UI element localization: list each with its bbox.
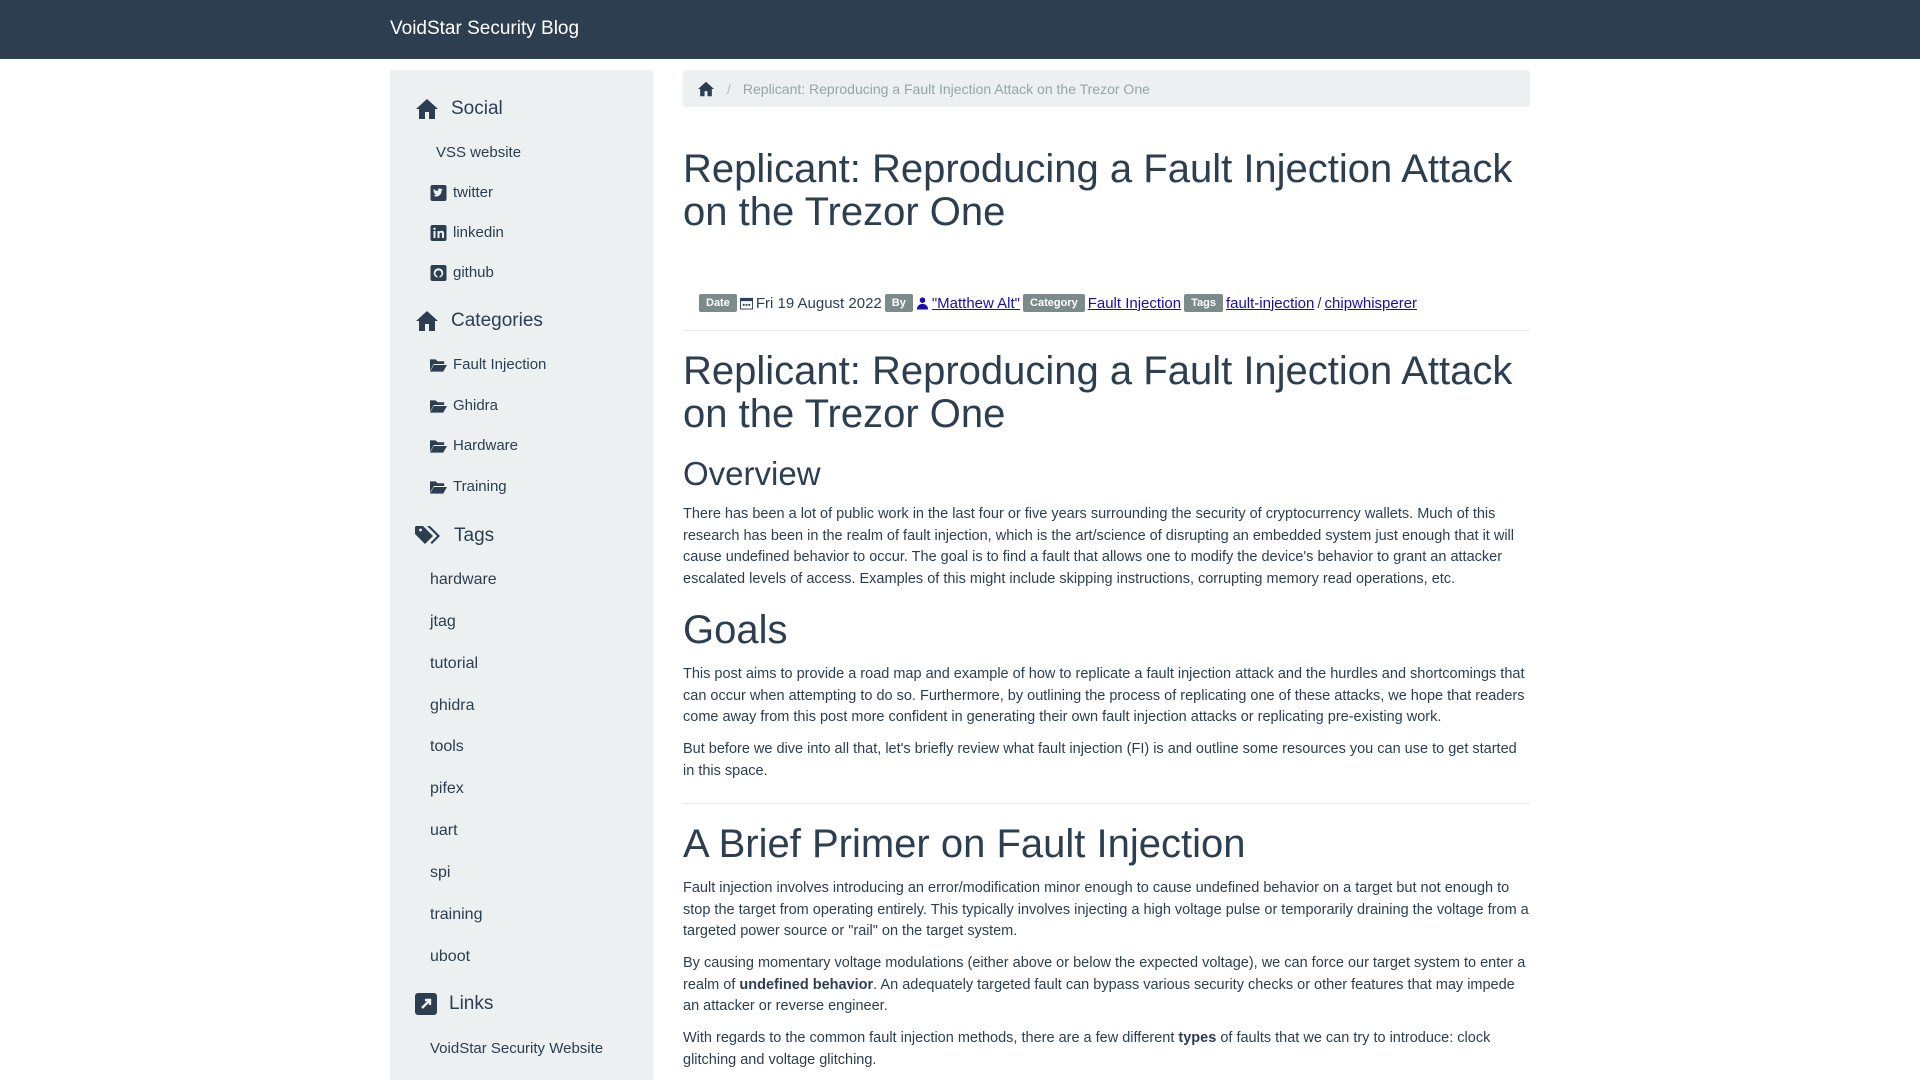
sidebar-item-category-hardware[interactable]: Hardware <box>430 437 518 454</box>
article-meta: Date Fri 19 August 2022 By "Matthew Alt"… <box>699 294 1530 312</box>
github-icon <box>430 264 447 281</box>
user-icon <box>916 297 928 310</box>
top-navbar: VoidStar Security Blog <box>0 0 1920 59</box>
home-icon[interactable] <box>697 81 715 97</box>
sidebar-item-linkedin[interactable]: linkedin <box>430 224 504 241</box>
twitter-icon <box>430 184 447 201</box>
sidebar-item-twitter[interactable]: twitter <box>430 184 493 201</box>
sidebar-item-tag-jtag[interactable]: jtag <box>430 613 456 631</box>
sidebar: Social VSS website twitter linkedin gith… <box>390 70 653 1080</box>
section-heading-overview: Overview <box>683 455 821 492</box>
home-icon <box>416 311 438 331</box>
tag-link-fault-injection[interactable]: fault-injection <box>1226 295 1314 312</box>
sidebar-heading-categories: Categories <box>415 310 543 332</box>
sidebar-item-tag-hardware[interactable]: hardware <box>430 571 497 589</box>
article-date: Fri 19 August 2022 <box>755 294 882 312</box>
sidebar-item-github[interactable]: github <box>430 264 494 281</box>
tags-label: Tags <box>1184 294 1223 312</box>
linkedin-icon <box>430 224 447 241</box>
sidebar-item-tag-tutorial[interactable]: tutorial <box>430 655 478 673</box>
home-icon <box>416 99 438 119</box>
article-heading: Replicant: Reproducing a Fault Injection… <box>683 349 1513 436</box>
author-link[interactable]: "Matthew Alt" <box>932 295 1020 312</box>
sidebar-item-tag-pifex[interactable]: pifex <box>430 780 464 798</box>
sidebar-item-category-fault-injection[interactable]: Fault Injection <box>430 356 546 373</box>
calendar-icon <box>739 297 753 310</box>
goals-paragraph-1: This post aims to provide a road map and… <box>683 666 1525 725</box>
tag-link-chipwhisperer[interactable]: chipwhisperer <box>1325 295 1418 312</box>
primer-paragraph-2: By causing momentary voltage modulations… <box>683 955 1526 1014</box>
divider <box>683 803 1530 804</box>
primer-paragraph-3: With regards to the common fault injecti… <box>683 1030 1491 1068</box>
sidebar-heading-links: Links <box>415 993 493 1015</box>
folder-open-icon <box>430 439 447 453</box>
sidebar-item-vss-website[interactable]: VSS website <box>436 144 521 161</box>
sidebar-item-voidstar-website[interactable]: VoidStar Security Website <box>430 1040 603 1057</box>
sidebar-item-tag-uart[interactable]: uart <box>430 822 458 840</box>
breadcrumb-current: Replicant: Reproducing a Fault Injection… <box>742 80 1150 97</box>
tags-icon <box>415 526 440 544</box>
category-link[interactable]: Fault Injection <box>1088 295 1181 312</box>
goals-paragraph-2: But before we dive into all that, let's … <box>683 741 1517 779</box>
primer-paragraph-1: Fault injection involves introducing an … <box>683 880 1529 939</box>
sidebar-item-tag-training[interactable]: training <box>430 906 482 924</box>
section-heading-goals: Goals <box>683 608 788 652</box>
sidebar-item-tag-uboot[interactable]: uboot <box>430 948 470 966</box>
sidebar-item-category-ghidra[interactable]: Ghidra <box>430 397 498 414</box>
sidebar-item-tag-spi[interactable]: spi <box>430 864 450 882</box>
sidebar-heading-tags: Tags <box>415 525 494 547</box>
folder-open-icon <box>430 399 447 413</box>
date-label: Date <box>699 294 737 312</box>
author-label: By <box>884 294 913 312</box>
tag-separator: / <box>1317 294 1322 312</box>
category-label: Category <box>1023 294 1085 312</box>
breadcrumb: / Replicant: Reproducing a Fault Injecti… <box>683 70 1530 107</box>
overview-paragraph: There has been a lot of public work in t… <box>683 506 1514 587</box>
page-title: Replicant: Reproducing a Fault Injection… <box>683 147 1513 234</box>
folder-open-icon <box>430 480 447 494</box>
sidebar-heading-social: Social <box>415 98 503 120</box>
external-link-icon <box>415 993 437 1015</box>
folder-open-icon <box>430 358 447 372</box>
section-heading-primer: A Brief Primer on Fault Injection <box>683 822 1246 866</box>
sidebar-item-category-training[interactable]: Training <box>430 478 507 495</box>
sidebar-item-tag-tools[interactable]: tools <box>430 738 464 756</box>
brand-link[interactable]: VoidStar Security Blog <box>390 18 579 40</box>
divider <box>683 330 1530 331</box>
sidebar-item-tag-ghidra[interactable]: ghidra <box>430 697 474 715</box>
